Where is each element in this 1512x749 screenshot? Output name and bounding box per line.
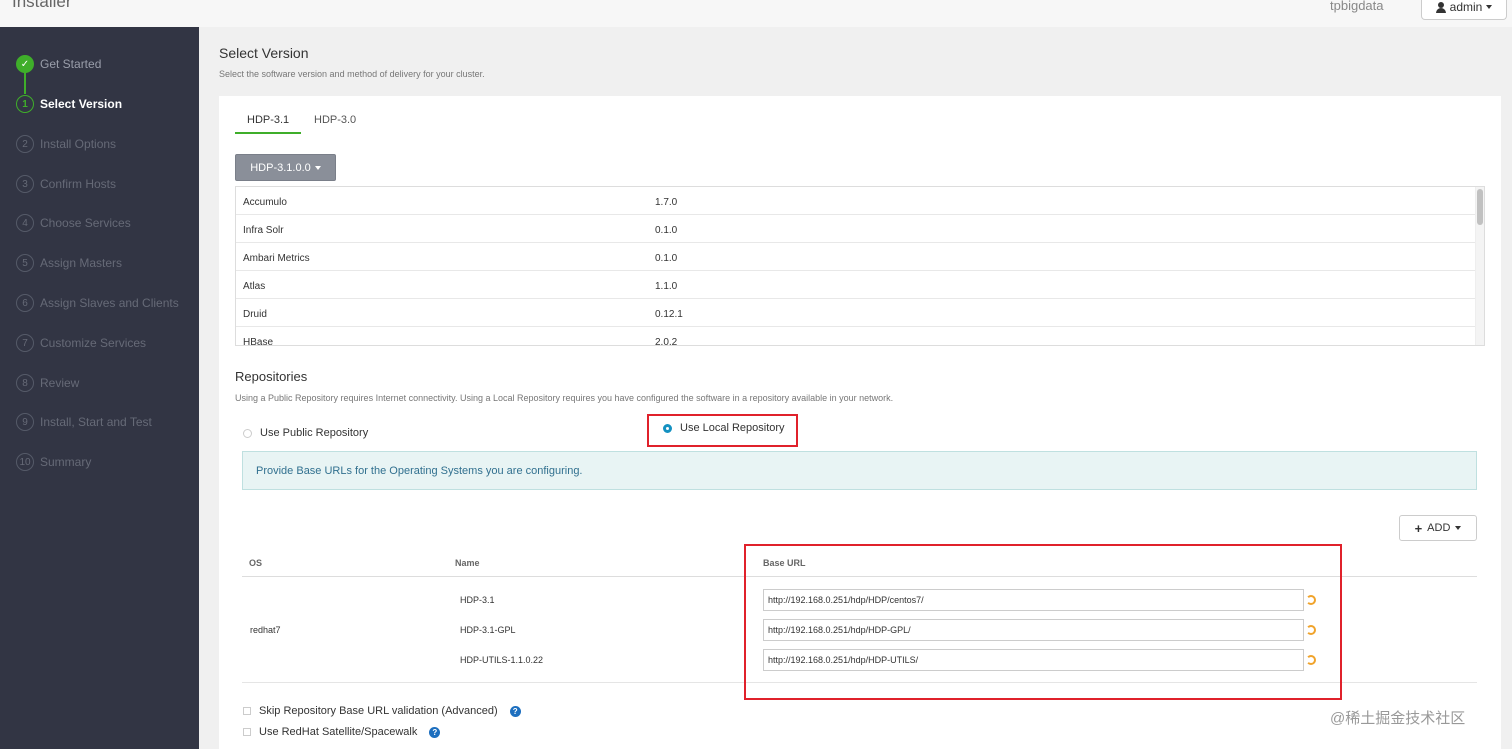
step-label: Summary [40,455,92,469]
step-label: Get Started [40,57,102,71]
step-number: 10 [16,453,34,471]
service-version: 2.0.2 [655,337,678,346]
table-row: Infra Solr 0.1.0 [236,215,1476,243]
step-number: 2 [16,135,34,153]
service-version: 0.1.0 [655,225,678,236]
stack-services-table[interactable]: Accumulo 1.7.0 Infra Solr 0.1.0 Ambari M… [235,186,1485,346]
sidebar-step-assign-slaves: 6 Assign Slaves and Clients [16,293,179,313]
service-name: Ambari Metrics [243,253,310,264]
highlight-box-local-repo [647,414,798,447]
service-version: 0.1.0 [655,253,678,264]
sidebar-step-select-version[interactable]: 1 Select Version [16,94,122,114]
service-name: Druid [243,309,267,320]
sidebar-step-install-start-test: 9 Install, Start and Test [16,412,152,432]
version-dropdown[interactable]: HDP-3.1.0.0 [235,154,336,181]
step-label: Choose Services [40,216,131,230]
step-label: Confirm Hosts [40,177,117,191]
public-repo-radio[interactable] [243,428,252,438]
service-version: 1.7.0 [655,197,678,208]
step-label: Assign Slaves and Clients [40,296,179,310]
repositories-heading: Repositories [235,369,308,384]
service-name: Infra Solr [243,225,284,236]
tab-hdp-3-1[interactable]: HDP-3.1 [235,112,302,134]
table-row: Atlas 1.1.0 [236,271,1476,299]
step-number: 8 [16,374,34,392]
sidebar-step-customize-services: 7 Customize Services [16,333,146,353]
sidebar-step-get-started[interactable]: ✓ Get Started [16,54,101,74]
chevron-down-icon [314,165,321,170]
step-label: Customize Services [40,336,147,350]
step-number: 3 [16,175,34,193]
user-icon [1435,1,1446,13]
tab-hdp-3-0[interactable]: HDP-3.0 [302,112,368,132]
step-number: 7 [16,334,34,352]
watermark: @稀土掘金技术社区 [1330,710,1466,727]
chevron-down-icon [1486,5,1493,9]
column-header-name: Name [455,558,480,568]
satellite-option[interactable]: Use RedHat Satellite/Spacewalk ? [243,726,441,738]
step-label: Assign Masters [40,256,123,270]
step-label: Install, Start and Test [40,415,152,429]
repositories-description: Using a Public Repository requires Inter… [235,393,894,403]
service-version: 0.12.1 [655,309,683,320]
info-alert: Provide Base URLs for the Operating Syst… [242,451,1477,490]
app-title: Installer [12,0,72,11]
sidebar-step-review: 8 Review [16,373,79,393]
table-row: Druid 0.12.1 [236,299,1476,327]
page-title: Select Version [219,45,309,61]
sidebar-step-assign-masters: 5 Assign Masters [16,253,122,273]
satellite-checkbox[interactable] [243,728,251,736]
service-name: Atlas [243,281,266,292]
table-scrollbar[interactable] [1475,187,1484,345]
help-icon[interactable]: ? [509,705,521,717]
scrollbar-thumb[interactable] [1477,189,1483,225]
info-alert-text: Provide Base URLs for the Operating Syst… [256,464,583,477]
step-label: Select Version [40,97,123,111]
user-label: admin [1449,0,1483,14]
repo-name: HDP-UTILS-1.1.0.22 [460,655,544,665]
user-menu-button[interactable]: admin [1421,0,1507,20]
step-label: Install Options [40,137,117,151]
skip-validation-checkbox[interactable] [243,707,251,715]
public-repo-label: Use Public Repository [260,427,369,439]
sidebar-step-confirm-hosts: 3 Confirm Hosts [16,174,116,194]
top-bar: Installer tpbigdata admin [0,0,1512,27]
sidebar-step-summary: 10 Summary [16,452,91,472]
version-dropdown-label: HDP-3.1.0.0 [250,161,311,174]
step-number: 5 [16,254,34,272]
chevron-down-icon [1455,526,1462,530]
sidebar-step-install-options: 2 Install Options [16,134,116,154]
cluster-name: tpbigdata [1330,0,1384,13]
satellite-label: Use RedHat Satellite/Spacewalk [259,726,418,738]
step-number: 9 [16,413,34,431]
skip-validation-option[interactable]: Skip Repository Base URL validation (Adv… [243,705,521,717]
sidebar-step-choose-services: 4 Choose Services [16,213,131,233]
service-name: HBase [243,337,274,346]
table-row: Accumulo 1.7.0 [236,187,1476,215]
page-subtitle: Select the software version and method o… [219,69,485,79]
column-header-os: OS [249,558,263,568]
step-number: 1 [16,95,34,113]
check-icon: ✓ [16,55,34,73]
step-number: 6 [16,294,34,312]
step-number: 4 [16,214,34,232]
public-repo-option[interactable]: Use Public Repository [243,427,368,439]
add-os-button[interactable]: + ADD [1399,515,1477,541]
skip-validation-label: Skip Repository Base URL validation (Adv… [259,705,498,717]
step-label: Review [40,376,80,390]
repo-name: HDP-3.1 [460,595,495,605]
plus-icon: + [1414,520,1423,536]
table-row: Ambari Metrics 0.1.0 [236,243,1476,271]
add-button-label: ADD [1427,522,1451,534]
step-connector [24,72,26,94]
service-version: 1.1.0 [655,281,678,292]
table-row: HBase 2.0.2 [236,327,1476,346]
service-name: Accumulo [243,197,287,208]
highlight-box-base-urls [744,544,1342,700]
repo-name: HDP-3.1-GPL [460,625,516,635]
help-icon[interactable]: ? [429,726,441,738]
os-cell: redhat7 [250,625,281,635]
